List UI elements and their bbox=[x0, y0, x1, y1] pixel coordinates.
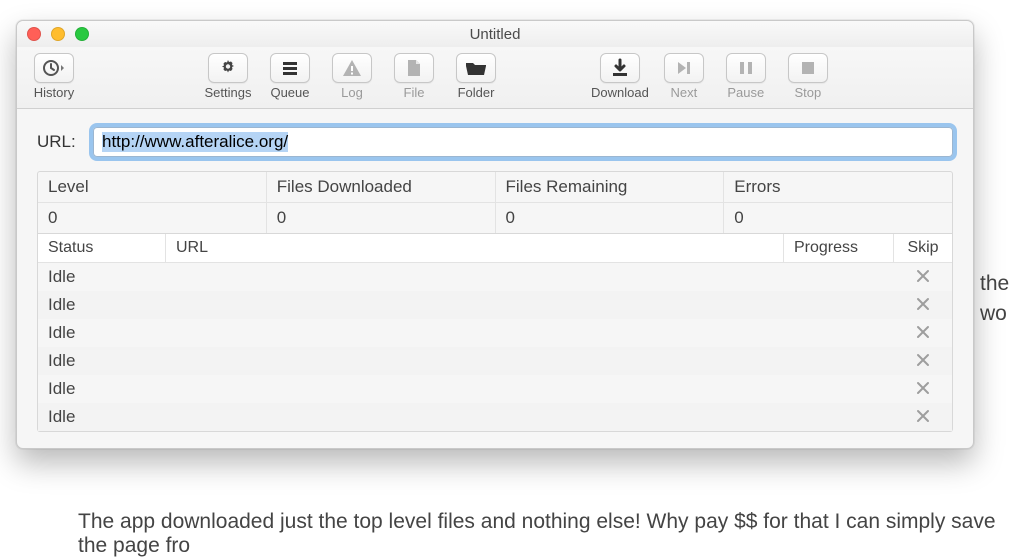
skip-button[interactable] bbox=[914, 351, 932, 369]
column-url[interactable]: URL bbox=[166, 234, 784, 262]
stats-header-filerm: Files Remaining bbox=[496, 172, 725, 202]
clock-icon bbox=[41, 58, 67, 78]
pause-icon bbox=[735, 57, 757, 79]
toolbar: History Settings bbox=[17, 47, 973, 109]
task-status: Idle bbox=[38, 265, 166, 289]
task-url bbox=[166, 303, 784, 307]
close-icon bbox=[916, 353, 930, 367]
log-button[interactable]: Log bbox=[325, 53, 379, 100]
skip-button[interactable] bbox=[914, 295, 932, 313]
window-title: Untitled bbox=[17, 26, 973, 43]
close-icon bbox=[916, 381, 930, 395]
close-icon bbox=[916, 325, 930, 339]
task-table: Status URL Progress Skip Idle Idle Idle Idl… bbox=[37, 234, 953, 432]
file-button[interactable]: File bbox=[387, 53, 441, 100]
task-status: Idle bbox=[38, 405, 166, 429]
stats-value-filerm: 0 bbox=[496, 203, 725, 233]
history-button[interactable]: History bbox=[27, 53, 81, 100]
titlebar[interactable]: Untitled bbox=[17, 21, 973, 47]
task-url bbox=[166, 331, 784, 335]
task-url bbox=[166, 387, 784, 391]
close-icon bbox=[916, 297, 930, 311]
stop-icon bbox=[797, 57, 819, 79]
task-progress bbox=[784, 331, 894, 335]
app-window: Untitled History S bbox=[16, 20, 974, 449]
column-skip[interactable]: Skip bbox=[894, 234, 952, 262]
stats-value-filedl: 0 bbox=[267, 203, 496, 233]
stats-table: Level Files Downloaded Files Remaining E… bbox=[37, 171, 953, 234]
bg-text-fragment: The app downloaded just the top level fi… bbox=[78, 510, 1024, 558]
stats-header-errors: Errors bbox=[724, 172, 952, 202]
queue-icon bbox=[279, 57, 301, 79]
next-icon bbox=[673, 57, 695, 79]
stats-header-filedl: Files Downloaded bbox=[267, 172, 496, 202]
folder-icon bbox=[464, 57, 488, 79]
task-url bbox=[166, 359, 784, 363]
task-row[interactable]: Idle bbox=[38, 291, 952, 319]
stats-header-level: Level bbox=[38, 172, 267, 202]
task-progress bbox=[784, 387, 894, 391]
task-row[interactable]: Idle bbox=[38, 319, 952, 347]
url-input[interactable] bbox=[93, 127, 953, 157]
task-progress bbox=[784, 359, 894, 363]
download-button[interactable]: Download bbox=[591, 53, 649, 100]
task-progress bbox=[784, 415, 894, 419]
next-button[interactable]: Next bbox=[657, 53, 711, 100]
skip-button[interactable] bbox=[914, 323, 932, 341]
download-icon bbox=[609, 57, 631, 79]
stop-button[interactable]: Stop bbox=[781, 53, 835, 100]
task-status: Idle bbox=[38, 377, 166, 401]
skip-button[interactable] bbox=[914, 379, 932, 397]
skip-button[interactable] bbox=[914, 407, 932, 425]
task-row[interactable]: Idle bbox=[38, 403, 952, 431]
task-row[interactable]: Idle bbox=[38, 375, 952, 403]
task-url bbox=[166, 275, 784, 279]
settings-button[interactable]: Settings bbox=[201, 53, 255, 100]
close-icon bbox=[916, 409, 930, 423]
stats-value-errors: 0 bbox=[724, 203, 952, 233]
url-label: URL: bbox=[37, 132, 83, 152]
column-status[interactable]: Status bbox=[38, 234, 166, 262]
task-progress bbox=[784, 275, 894, 279]
bg-text-fragment: wo bbox=[980, 302, 1007, 326]
task-progress bbox=[784, 303, 894, 307]
task-status: Idle bbox=[38, 293, 166, 317]
column-progress[interactable]: Progress bbox=[784, 234, 894, 262]
task-status: Idle bbox=[38, 321, 166, 345]
skip-button[interactable] bbox=[914, 267, 932, 285]
pause-button[interactable]: Pause bbox=[719, 53, 773, 100]
queue-button[interactable]: Queue bbox=[263, 53, 317, 100]
gear-icon bbox=[217, 57, 239, 79]
bg-text-fragment: the bbox=[980, 272, 1009, 296]
stats-value-level: 0 bbox=[38, 203, 267, 233]
task-row[interactable]: Idle bbox=[38, 263, 952, 291]
folder-button[interactable]: Folder bbox=[449, 53, 503, 100]
file-icon bbox=[403, 57, 425, 79]
chevron-down-icon bbox=[61, 65, 64, 71]
task-url bbox=[166, 415, 784, 419]
task-row[interactable]: Idle bbox=[38, 347, 952, 375]
close-icon bbox=[916, 269, 930, 283]
task-status: Idle bbox=[38, 349, 166, 373]
warning-icon bbox=[341, 57, 363, 79]
